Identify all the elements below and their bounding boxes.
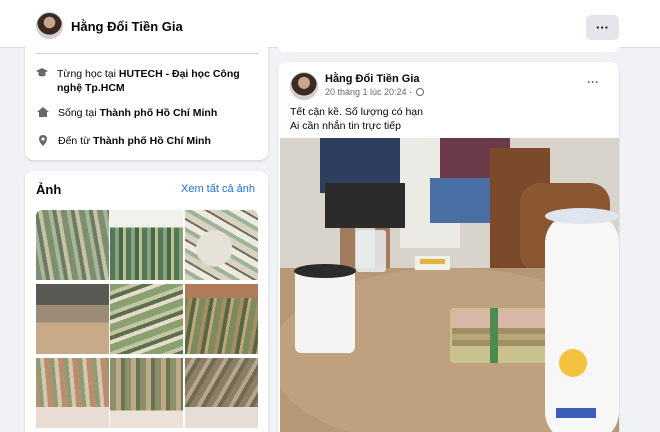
intro-card: Từng học tại HUTECH - Đại học Công nghệ …: [25, 46, 268, 160]
intro-hometown: Đến từ Thành phố Hồ Chí Minh: [35, 134, 211, 148]
photo-thumbnail[interactable]: [36, 284, 109, 354]
intro-education-text: Từng học tại HUTECH - Đại học Công nghệ …: [57, 67, 260, 95]
profile-avatar[interactable]: [36, 12, 63, 39]
photo-thumbnail[interactable]: [185, 210, 258, 280]
intro-education-prefix: Từng học tại: [57, 68, 119, 80]
graduation-cap-icon: [35, 67, 49, 81]
post-author-avatar[interactable]: [290, 72, 318, 100]
photo-thumbnail[interactable]: [110, 284, 183, 354]
post-timestamp-text[interactable]: 20 tháng 1 lúc 20:24 ·: [325, 87, 412, 97]
intro-residence-prefix: Sống tại: [58, 107, 100, 119]
home-icon: [35, 106, 50, 120]
intro-residence-city[interactable]: Thành phố Hồ Chí Minh: [99, 107, 217, 119]
photo-thumbnail[interactable]: [110, 210, 183, 280]
photos-card: Ảnh Xem tất cả ảnh: [25, 171, 268, 432]
post-photo[interactable]: [280, 138, 619, 432]
previous-post-card: [278, 46, 619, 52]
divider: [35, 53, 258, 54]
scrollbar[interactable]: [650, 48, 660, 432]
post-card: Hằng Đổi Tiền Gia 20 tháng 1 lúc 20:24 ·…: [278, 62, 619, 432]
post-timestamp[interactable]: 20 tháng 1 lúc 20:24 ·: [325, 87, 424, 97]
post-text-line: Ai cần nhắn tin trực tiếp: [290, 120, 401, 132]
globe-icon: [415, 88, 424, 96]
see-all-photos-link[interactable]: Xem tất cả ảnh: [181, 183, 255, 195]
profile-name[interactable]: Hằng Đổi Tiền Gia: [71, 19, 183, 34]
location-pin-icon: [35, 134, 50, 148]
photo-thumbnail[interactable]: [185, 284, 258, 354]
post-more-options-button[interactable]: ···: [587, 75, 599, 89]
intro-hometown-city[interactable]: Thành phố Hồ Chí Minh: [93, 135, 211, 147]
intro-education: Từng học tại HUTECH - Đại học Công nghệ …: [35, 67, 260, 95]
more-options-button[interactable]: ···: [586, 15, 619, 40]
intro-residence: Sống tại Thành phố Hồ Chí Minh: [35, 106, 217, 120]
photo-thumbnail[interactable]: [110, 358, 183, 428]
post-text: Tết cận kề. Số lượng có hạn Ai cần nhắn …: [290, 105, 423, 133]
profile-header-bar: Hằng Đổi Tiền Gia ···: [0, 0, 660, 48]
photo-thumbnail[interactable]: [36, 358, 109, 428]
post-author-name[interactable]: Hằng Đổi Tiền Gia: [325, 73, 420, 85]
photo-thumbnail[interactable]: [36, 210, 109, 280]
post-photo-illustration: [280, 138, 619, 432]
post-text-line: Tết cận kề. Số lượng có hạn: [290, 106, 423, 118]
photos-title: Ảnh: [36, 182, 62, 197]
intro-hometown-prefix: Đến từ: [58, 135, 94, 147]
photo-thumbnail[interactable]: [185, 358, 258, 428]
